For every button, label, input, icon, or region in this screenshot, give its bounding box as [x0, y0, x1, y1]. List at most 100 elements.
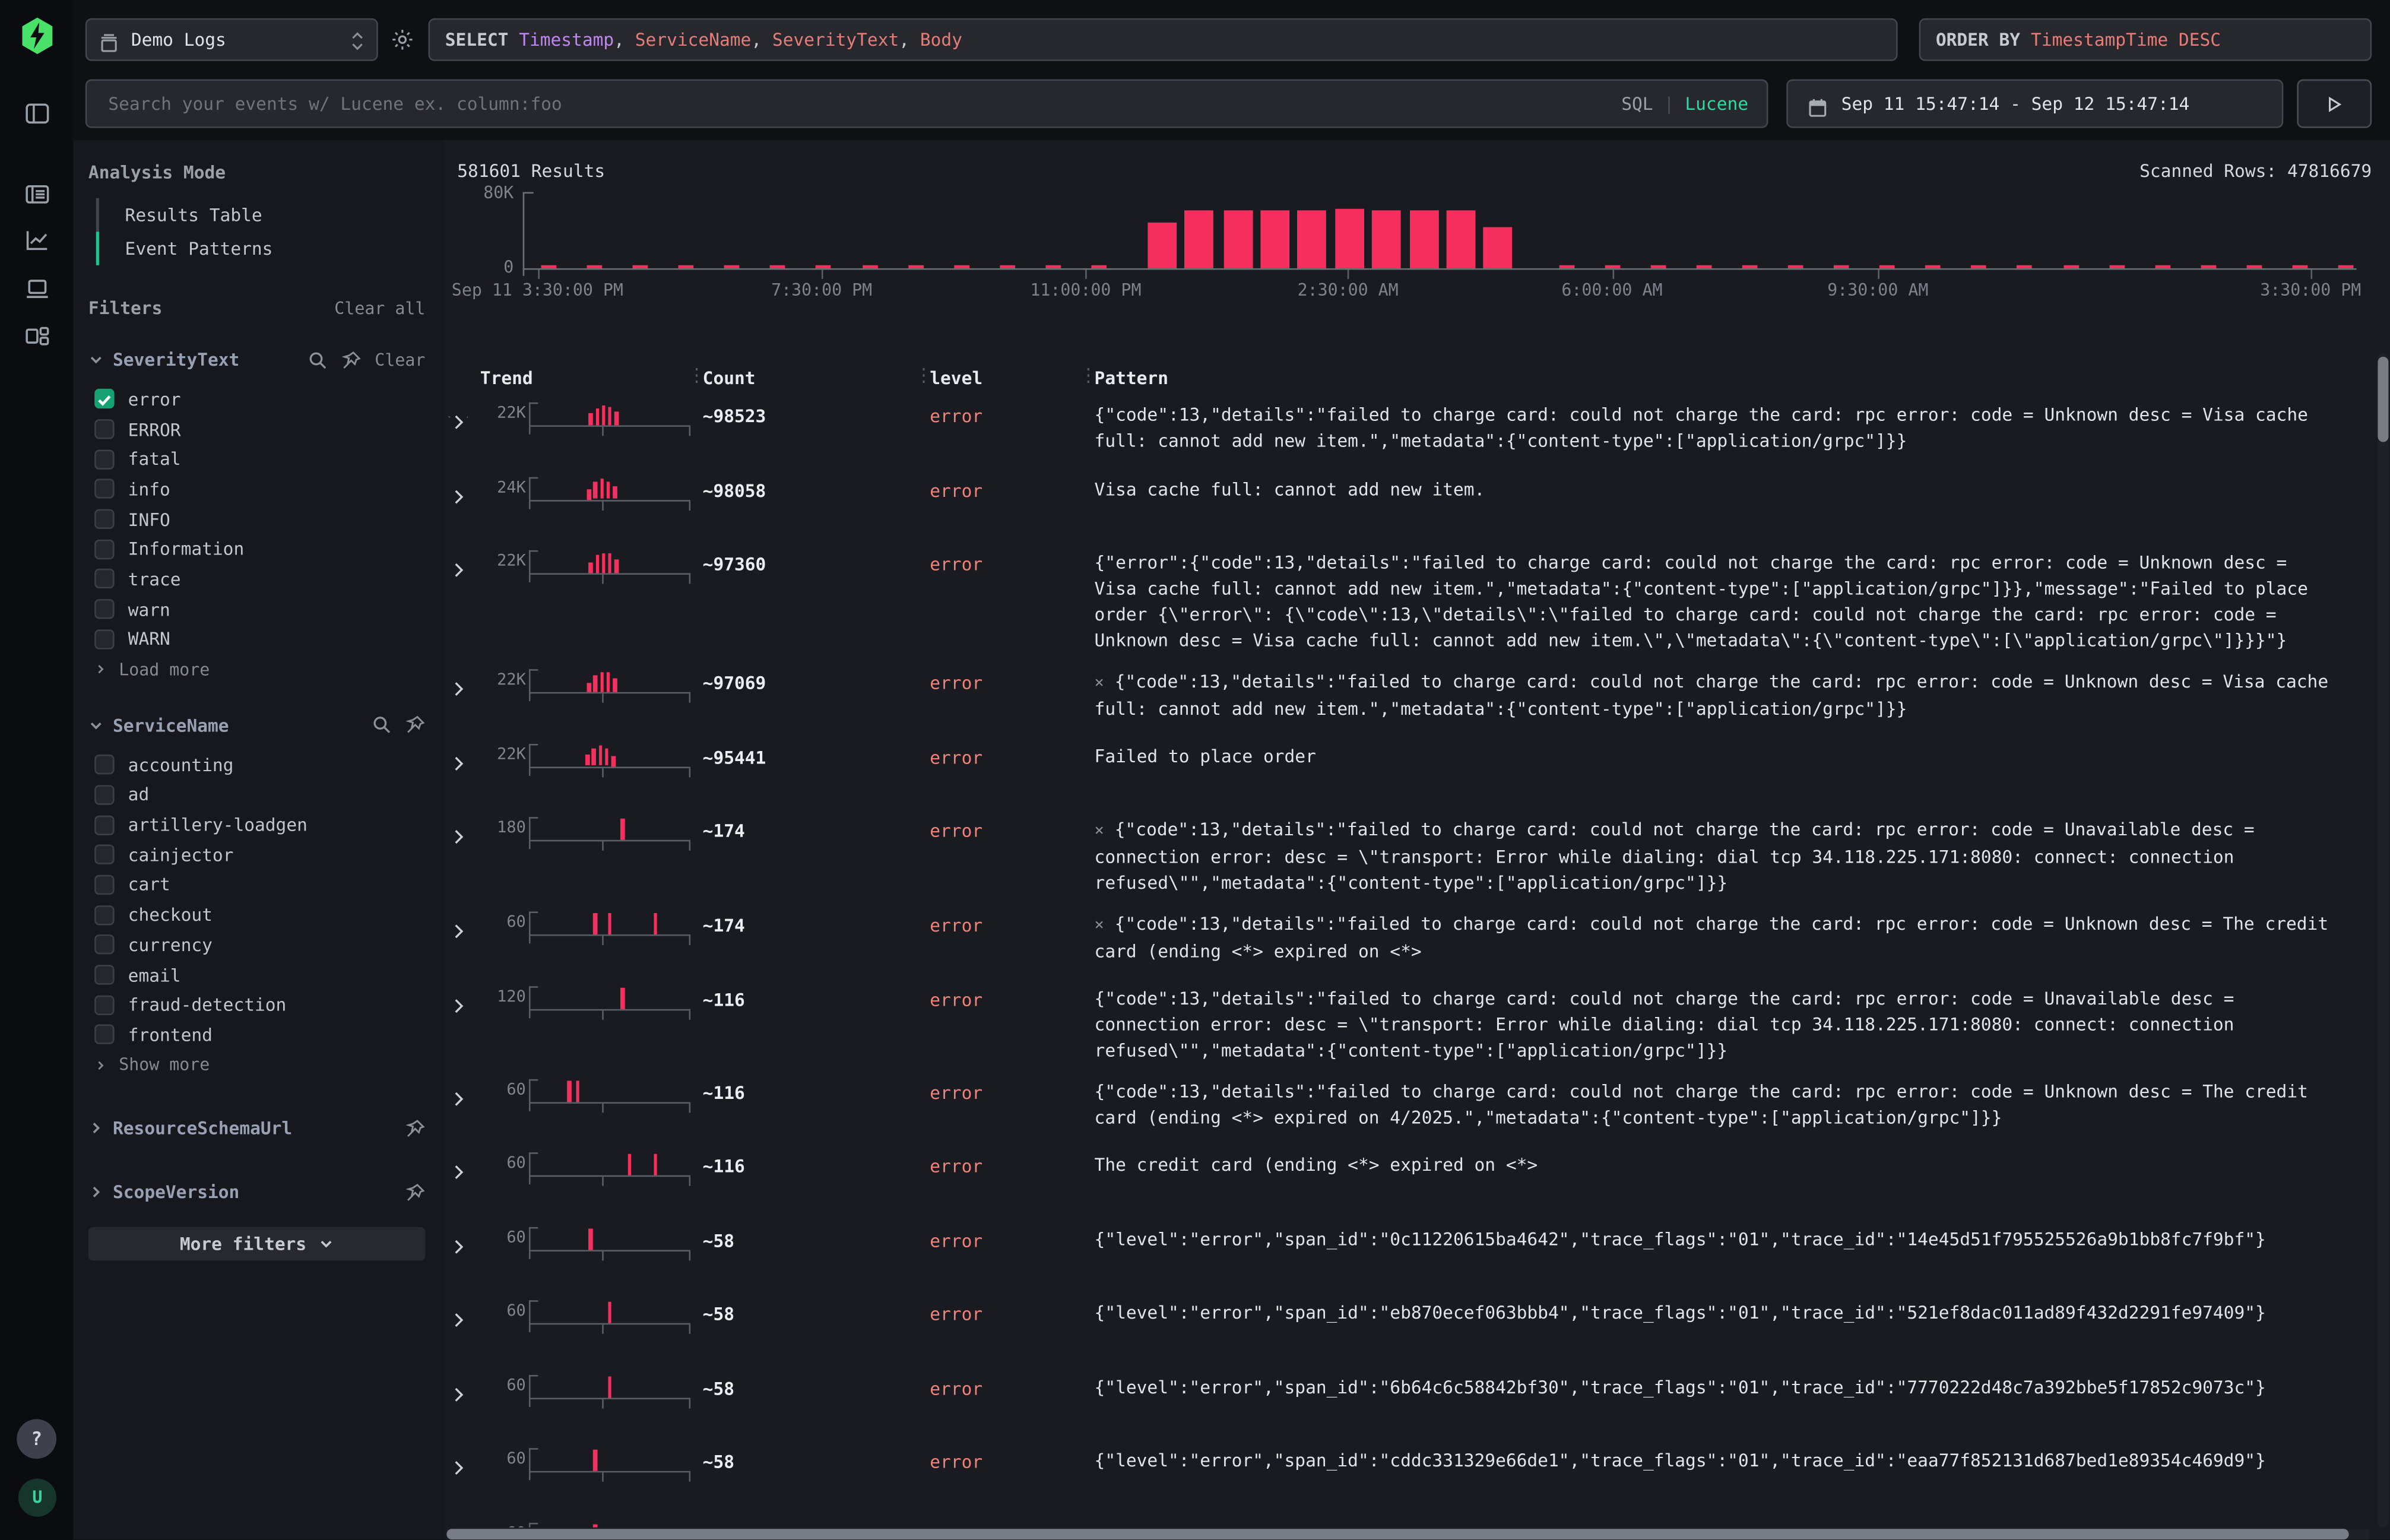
- clear-all-filters-button[interactable]: Clear all: [334, 298, 425, 318]
- checkbox-unchecked[interactable]: [94, 875, 114, 895]
- table-row[interactable]: 60~58error{"level":"error","span_id":"6b…: [443, 1368, 2372, 1442]
- filter-group-header-resourceschemaurl[interactable]: ResourceSchemaUrl: [88, 1113, 425, 1143]
- clear-filter-button[interactable]: Clear: [375, 350, 425, 369]
- checkbox-unchecked[interactable]: [94, 935, 114, 955]
- pin-icon[interactable]: [405, 715, 425, 735]
- source-selector[interactable]: Demo Logs: [85, 18, 378, 61]
- filter-group-header-servicename[interactable]: ServiceName: [88, 710, 425, 740]
- histogram-bar[interactable]: [1148, 223, 1177, 268]
- filter-option-ad[interactable]: ad: [88, 779, 425, 810]
- date-range-picker[interactable]: Sep 11 15:47:14 - Sep 12 15:47:14: [1786, 80, 2283, 128]
- expand-row-chevron-icon[interactable]: [443, 1368, 480, 1442]
- checkbox-unchecked[interactable]: [94, 569, 114, 589]
- filter-option-warn[interactable]: WARN: [88, 624, 425, 654]
- pin-icon[interactable]: [341, 350, 361, 369]
- column-header-pattern[interactable]: ⋮Pattern: [1095, 357, 2372, 389]
- orderby-input[interactable]: ORDER BY TimestampTime DESC: [1919, 18, 2372, 61]
- expand-row-chevron-icon[interactable]: [443, 1072, 480, 1146]
- checkbox-unchecked[interactable]: [94, 995, 114, 1015]
- pattern-cell[interactable]: Visa cache full: cannot add new item.: [1095, 470, 2372, 544]
- help-button[interactable]: ?: [17, 1419, 56, 1459]
- pattern-cell[interactable]: ×{"code":13,"details":"failed to charge …: [1095, 905, 2372, 980]
- filter-option-warn[interactable]: warn: [88, 594, 425, 625]
- table-row[interactable]: 60~58error{"level":"error","span_id":"cd…: [443, 1442, 2372, 1516]
- events-histogram[interactable]: 80K 0 Sep 11 3:30:00 PM7:30:00 PM11:00:0…: [443, 186, 2372, 305]
- histogram-bar[interactable]: [1223, 211, 1253, 268]
- filter-option-trace[interactable]: trace: [88, 564, 425, 594]
- pattern-cell[interactable]: {"code":13,"details":"failed to charge c…: [1095, 397, 2372, 471]
- analysis-mode-event-patterns[interactable]: Event Patterns: [96, 232, 426, 265]
- table-row[interactable]: 60~58error{"level":"error","span_id":"0c…: [443, 1220, 2372, 1294]
- run-query-button[interactable]: [2297, 80, 2372, 128]
- filter-option-cart[interactable]: cart: [88, 870, 425, 900]
- checkbox-unchecked[interactable]: [94, 629, 114, 649]
- expand-row-chevron-icon[interactable]: [443, 811, 480, 905]
- table-row[interactable]: 60~174error×{"code":13,"details":"failed…: [443, 905, 2372, 980]
- filter-option-email[interactable]: email: [88, 960, 425, 990]
- exclude-pattern-icon[interactable]: ×: [1095, 674, 1104, 692]
- table-row[interactable]: 60~58error{"level":"error","span_id":"33…: [443, 1516, 2372, 1528]
- histogram-bar[interactable]: [1260, 210, 1289, 268]
- checkbox-unchecked[interactable]: [94, 509, 114, 529]
- filter-option-fraud-detection[interactable]: fraud-detection: [88, 990, 425, 1020]
- table-row[interactable]: 120~116error{"code":13,"details":"failed…: [443, 980, 2372, 1073]
- user-avatar[interactable]: U: [18, 1479, 56, 1517]
- expand-row-chevron-icon[interactable]: [443, 1442, 480, 1516]
- vertical-scrollbar-thumb[interactable]: [2378, 357, 2388, 442]
- expand-row-chevron-icon[interactable]: [443, 737, 480, 811]
- exclude-pattern-icon[interactable]: ×: [1095, 916, 1104, 934]
- checkbox-unchecked[interactable]: [94, 539, 114, 559]
- expand-row-chevron-icon[interactable]: [443, 1294, 480, 1368]
- pattern-cell[interactable]: {"level":"error","span_id":"cddc331329e6…: [1095, 1442, 2372, 1516]
- horizontal-scrollbar-thumb[interactable]: [446, 1529, 2349, 1540]
- app-logo-icon[interactable]: [18, 17, 56, 55]
- pattern-cell[interactable]: {"level":"error","span_id":"6b64c6c58842…: [1095, 1368, 2372, 1442]
- filter-option-currency[interactable]: currency: [88, 930, 425, 960]
- chevron-right-icon[interactable]: [94, 1059, 107, 1071]
- table-row[interactable]: 22K~95441errorFailed to place order: [443, 737, 2372, 811]
- services-icon[interactable]: [24, 276, 50, 302]
- checkbox-unchecked[interactable]: [94, 785, 114, 804]
- table-row[interactable]: 22K~97069error×{"code":13,"details":"fai…: [443, 663, 2372, 737]
- filter-option-artillery-loadgen[interactable]: artillery-loadgen: [88, 810, 425, 840]
- checkbox-unchecked[interactable]: [94, 965, 114, 984]
- column-header-level[interactable]: ⋮level: [930, 357, 1094, 389]
- expand-row-chevron-icon[interactable]: [443, 905, 480, 980]
- expand-row-chevron-icon[interactable]: [443, 980, 480, 1073]
- expand-row-chevron-icon[interactable]: [443, 397, 480, 471]
- pin-icon[interactable]: [405, 1118, 425, 1138]
- histogram-bar[interactable]: [1447, 210, 1476, 268]
- filter-group-header-severitytext[interactable]: SeverityTextClear: [88, 344, 425, 375]
- column-separator-icon[interactable]: ⋮: [687, 365, 706, 386]
- checkbox-unchecked[interactable]: [94, 479, 114, 499]
- select-query-input[interactable]: SELECT Timestamp, ServiceName, SeverityT…: [428, 18, 1897, 61]
- checkbox-unchecked[interactable]: [94, 419, 114, 439]
- table-row[interactable]: 60~58error{"level":"error","span_id":"eb…: [443, 1294, 2372, 1368]
- language-option-sql[interactable]: SQL: [1621, 93, 1653, 115]
- expand-row-chevron-icon[interactable]: [443, 1146, 480, 1221]
- filter-option-info[interactable]: info: [88, 474, 425, 505]
- vertical-scrollbar[interactable]: [2378, 354, 2388, 1528]
- histogram-bar[interactable]: [1410, 211, 1440, 268]
- checkbox-unchecked[interactable]: [94, 599, 114, 619]
- filter-option-error[interactable]: error: [88, 384, 425, 414]
- table-row[interactable]: 60~116error{"code":13,"details":"failed …: [443, 1072, 2372, 1146]
- load-more-button[interactable]: Load more: [88, 654, 425, 685]
- table-row[interactable]: 22K~98523error{"code":13,"details":"fail…: [443, 397, 2372, 471]
- checkbox-unchecked[interactable]: [94, 449, 114, 469]
- language-option-lucene[interactable]: Lucene: [1685, 93, 1748, 115]
- column-separator-icon[interactable]: ⋮: [1079, 365, 1098, 386]
- checkbox-unchecked[interactable]: [94, 815, 114, 835]
- horizontal-scrollbar[interactable]: [446, 1529, 2369, 1540]
- checkbox-unchecked[interactable]: [94, 905, 114, 924]
- expand-row-chevron-icon[interactable]: [443, 470, 480, 544]
- chevron-right-icon[interactable]: [94, 663, 107, 676]
- filter-option-cainjector[interactable]: cainjector: [88, 840, 425, 870]
- filter-option-frontend[interactable]: frontend: [88, 1020, 425, 1050]
- table-row[interactable]: 24K~98058errorVisa cache full: cannot ad…: [443, 470, 2372, 544]
- column-separator-icon[interactable]: ⋮: [915, 365, 933, 386]
- search-input[interactable]: [105, 91, 1621, 116]
- chevron-down-icon[interactable]: [88, 718, 104, 733]
- filter-group-header-scopeversion[interactable]: ScopeVersion: [88, 1177, 425, 1208]
- more-filters-button[interactable]: More filters: [88, 1228, 425, 1261]
